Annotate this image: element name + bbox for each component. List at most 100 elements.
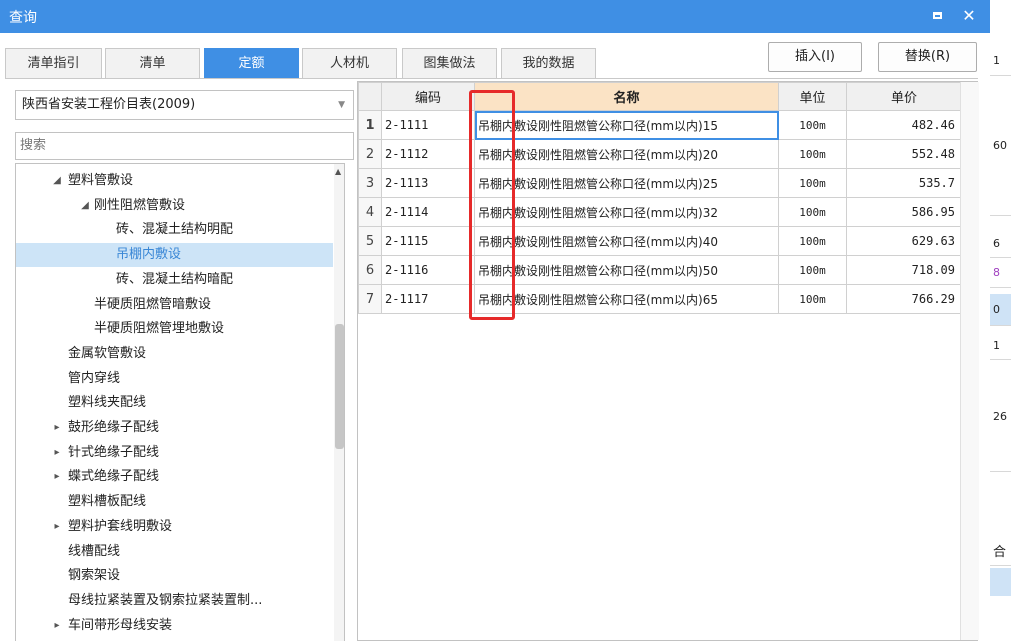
tree-item[interactable]: 半硬质阻燃管暗敷设	[16, 293, 333, 317]
tree-scrollbar[interactable]: ▲	[334, 164, 344, 641]
name-cell[interactable]: 吊棚内敷设刚性阻燃管公称口径(mm以内)15	[474, 110, 779, 140]
price-cell[interactable]: 535.7	[846, 168, 962, 198]
expand-arrow-icon[interactable]: ▸	[51, 614, 63, 638]
tree-item[interactable]: ▸ 针式绝缘子配线	[16, 441, 333, 465]
row-number[interactable]: 4	[358, 197, 382, 227]
table-row[interactable]: 1 2-1111 吊棚内敷设刚性阻燃管公称口径(mm以内)15 100m 482.46	[358, 110, 962, 140]
tree-item[interactable]: 塑料槽板配线	[16, 490, 333, 514]
scroll-up-icon[interactable]: ▲	[335, 167, 341, 176]
bg-cell: 合	[990, 540, 1011, 566]
tree-item[interactable]: ▸ 塑料护套线明敷设	[16, 515, 333, 539]
price-cell[interactable]: 552.48	[846, 139, 962, 169]
row-number[interactable]: 6	[358, 255, 382, 285]
search-input[interactable]: 搜索	[15, 132, 354, 160]
insert-button[interactable]: 插入(I)	[768, 42, 862, 72]
unit-cell[interactable]: 100m	[778, 255, 847, 285]
header-unit[interactable]: 单位	[778, 82, 847, 111]
collapse-arrow-icon[interactable]: ◢	[51, 169, 63, 193]
price-cell[interactable]: 629.63	[846, 226, 962, 256]
tree-item-label: 半硬质阻燃管埋地敷设	[94, 321, 225, 337]
tree-item[interactable]: 钢索架设	[16, 564, 333, 588]
header-name[interactable]: 名称	[474, 82, 779, 111]
quota-table-panel: 编码 名称 单位 单价 1 2-1111 吊棚内敷设刚性阻燃管公称口径(mm以内)1…	[357, 81, 979, 641]
bg-cell: 6	[990, 230, 1011, 258]
tree-item[interactable]: ◢ 塑料管敷设	[16, 169, 333, 193]
code-cell[interactable]: 2-1115	[381, 226, 475, 256]
header-code[interactable]: 编码	[381, 82, 475, 111]
tree-item[interactable]: 塑料线夹配线	[16, 391, 333, 415]
code-cell[interactable]: 2-1116	[381, 255, 475, 285]
library-select[interactable]: 陕西省安装工程价目表(2009) ▼	[15, 90, 354, 120]
name-cell[interactable]: 吊棚内敷设刚性阻燃管公称口径(mm以内)50	[474, 255, 779, 285]
tab-list-guide[interactable]: 清单指引	[5, 48, 102, 78]
tree-item[interactable]: ▸ 车间带形母线安装	[16, 614, 333, 638]
unit-cell[interactable]: 100m	[778, 226, 847, 256]
tab-labor-material-machine[interactable]: 人材机	[302, 48, 397, 78]
row-number[interactable]: 2	[358, 139, 382, 169]
tree-item[interactable]: ▸ 鼓形绝缘子配线	[16, 416, 333, 440]
close-icon[interactable]: ✕	[958, 5, 980, 27]
unit-cell[interactable]: 100m	[778, 197, 847, 227]
table-row[interactable]: 5 2-1115 吊棚内敷设刚性阻燃管公称口径(mm以内)40 100m 629.63	[358, 226, 962, 256]
bg-selected-row	[990, 568, 1011, 596]
row-number[interactable]: 5	[358, 226, 382, 256]
header-row-number	[358, 82, 382, 111]
unit-cell[interactable]: 100m	[778, 139, 847, 169]
tree-item-label: 塑料槽板配线	[68, 494, 147, 510]
table-row[interactable]: 2 2-1112 吊棚内敷设刚性阻燃管公称口径(mm以内)20 100m 552.48	[358, 139, 962, 169]
table-header-row: 编码 名称 单位 单价	[358, 82, 962, 111]
row-number[interactable]: 3	[358, 168, 382, 198]
expand-arrow-icon[interactable]: ▸	[51, 465, 63, 489]
replace-button[interactable]: 替换(R)	[878, 42, 977, 72]
maximize-icon[interactable]	[926, 5, 948, 27]
tree-item[interactable]: ▸ 蝶式绝缘子配线	[16, 465, 333, 489]
header-price[interactable]: 单价	[846, 82, 962, 111]
price-cell[interactable]: 766.29	[846, 284, 962, 314]
tree-item[interactable]: 砖、混凝土结构明配	[16, 218, 333, 242]
expand-arrow-icon[interactable]: ▸	[51, 441, 63, 465]
row-number[interactable]: 1	[358, 110, 382, 140]
name-cell[interactable]: 吊棚内敷设刚性阻燃管公称口径(mm以内)20	[474, 139, 779, 169]
tab-my-data[interactable]: 我的数据	[501, 48, 596, 78]
table-row[interactable]: 7 2-1117 吊棚内敷设刚性阻燃管公称口径(mm以内)65 100m 766.29	[358, 284, 962, 314]
code-cell[interactable]: 2-1113	[381, 168, 475, 198]
unit-cell[interactable]: 100m	[778, 284, 847, 314]
tree-item[interactable]: 母线拉紧装置及钢索拉紧装置制...	[16, 589, 333, 613]
code-cell[interactable]: 2-1112	[381, 139, 475, 169]
name-cell[interactable]: 吊棚内敷设刚性阻燃管公称口径(mm以内)32	[474, 197, 779, 227]
tree-item-label: 蝶式绝缘子配线	[68, 469, 160, 485]
tab-quota[interactable]: 定额	[204, 48, 299, 78]
collapse-arrow-icon[interactable]: ◢	[79, 194, 91, 218]
expand-arrow-icon[interactable]: ▸	[51, 416, 63, 440]
tab-list[interactable]: 清单	[105, 48, 200, 78]
table-row[interactable]: 4 2-1114 吊棚内敷设刚性阻燃管公称口径(mm以内)32 100m 586.95	[358, 197, 962, 227]
tree-item[interactable]: 半硬质阻燃管埋地敷设	[16, 317, 333, 341]
tree-item-label: 刚性阻燃管敷设	[94, 197, 186, 213]
name-cell[interactable]: 吊棚内敷设刚性阻燃管公称口径(mm以内)40	[474, 226, 779, 256]
tree-item[interactable]: 吊棚内敷设	[16, 243, 333, 268]
quota-table: 编码 名称 单位 单价 1 2-1111 吊棚内敷设刚性阻燃管公称口径(mm以内)1…	[358, 82, 962, 314]
unit-cell[interactable]: 100m	[778, 110, 847, 140]
price-cell[interactable]: 586.95	[846, 197, 962, 227]
tree-item[interactable]: 管内穿线	[16, 367, 333, 391]
name-cell[interactable]: 吊棚内敷设刚性阻燃管公称口径(mm以内)65	[474, 284, 779, 314]
code-cell[interactable]: 2-1111	[381, 110, 475, 140]
tree-item[interactable]: 金属软管敷设	[16, 342, 333, 366]
unit-cell[interactable]: 100m	[778, 168, 847, 198]
table-row[interactable]: 6 2-1116 吊棚内敷设刚性阻燃管公称口径(mm以内)50 100m 718.09	[358, 255, 962, 285]
code-cell[interactable]: 2-1117	[381, 284, 475, 314]
price-cell[interactable]: 482.46	[846, 110, 962, 140]
tab-atlas-method[interactable]: 图集做法	[402, 48, 497, 78]
table-scrollbar[interactable]	[960, 82, 979, 640]
tree-item[interactable]: 线槽配线	[16, 540, 333, 564]
row-number[interactable]: 7	[358, 284, 382, 314]
name-cell[interactable]: 吊棚内敷设刚性阻燃管公称口径(mm以内)25	[474, 168, 779, 198]
code-cell[interactable]: 2-1114	[381, 197, 475, 227]
price-cell[interactable]: 718.09	[846, 255, 962, 285]
tree-item[interactable]: ◢ 刚性阻燃管敷设	[16, 194, 333, 218]
background-window: 1 60 6 8 0 1 26 合	[990, 0, 1011, 641]
table-row[interactable]: 3 2-1113 吊棚内敷设刚性阻燃管公称口径(mm以内)25 100m 535.7	[358, 168, 962, 198]
expand-arrow-icon[interactable]: ▸	[51, 515, 63, 539]
tree-item[interactable]: 砖、混凝土结构暗配	[16, 268, 333, 292]
tree-scroll-thumb[interactable]	[335, 324, 344, 449]
